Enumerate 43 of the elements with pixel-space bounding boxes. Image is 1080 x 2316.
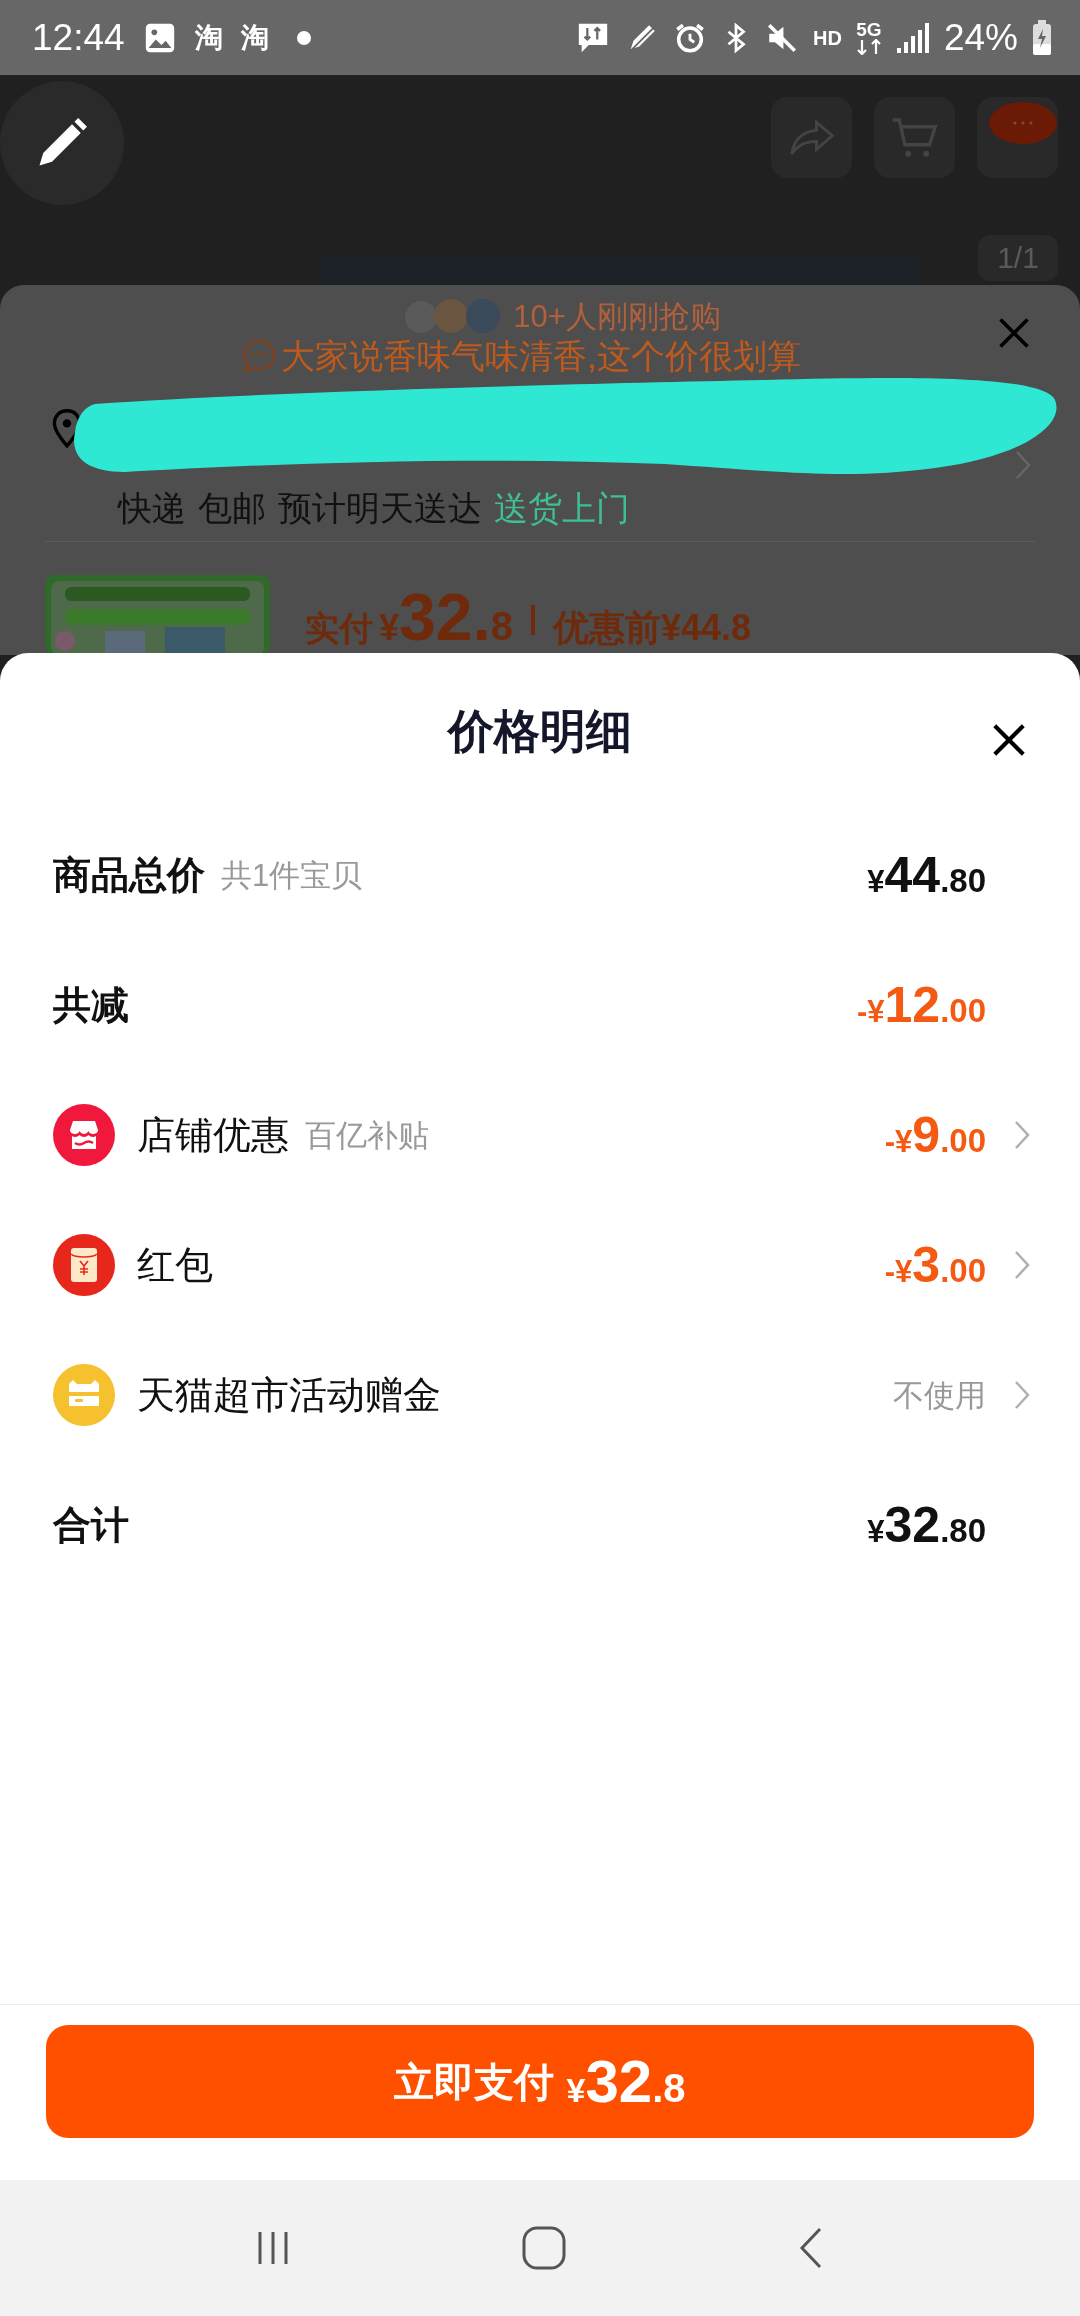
- paid-price: ¥32.8: [379, 584, 514, 650]
- chevron-right-icon: [1014, 1380, 1030, 1410]
- price-row[interactable]: 天猫超市活动赠金 不使用: [0, 1330, 1080, 1460]
- option-value: 不使用: [893, 1379, 986, 1411]
- hd-label: HD: [813, 27, 842, 48]
- price-amount: ¥32.80: [867, 1500, 986, 1550]
- notification-glyph: 淘: [194, 23, 223, 52]
- price-amount: -¥12.00: [856, 980, 986, 1030]
- chevron-right-icon: [1015, 450, 1031, 481]
- price-row[interactable]: 红包 -¥3.00: [0, 1200, 1080, 1330]
- buyers-note: 10+人刚刚抢购: [513, 300, 721, 332]
- chevron-right-icon: [1014, 1250, 1030, 1280]
- battery-icon: [1032, 19, 1052, 56]
- delivery-text: 快递: [118, 490, 186, 525]
- original-price: 优惠前¥44.8: [553, 606, 752, 650]
- row-label: 商品总价: [53, 856, 205, 894]
- delivery-text: 预计明天送达: [278, 490, 482, 525]
- data-arrows-icon: [855, 39, 882, 55]
- delivery-service: 送货上门: [494, 490, 630, 525]
- battery-percent: 24%: [943, 19, 1018, 56]
- row-label: 共减: [53, 986, 129, 1024]
- paid-label: 实付: [305, 608, 373, 649]
- dot-icon: [296, 30, 311, 45]
- row-label: 店铺优惠: [137, 1116, 289, 1154]
- sheet-title: 价格明细: [448, 704, 632, 759]
- row-label: 天猫超市活动赠金: [137, 1376, 441, 1414]
- signal-icon: [895, 21, 930, 54]
- row-label: 合计: [53, 1506, 129, 1544]
- row-note: 百亿补贴: [305, 1119, 429, 1151]
- price-amount: -¥9.00: [884, 1110, 986, 1160]
- review-text: 大家说香味气味清香,这个价很划算: [281, 338, 801, 373]
- chevron-right-icon: [1014, 1120, 1030, 1150]
- row-note: 共1件宝贝: [221, 859, 363, 891]
- notification-glyph: 淘: [240, 23, 269, 52]
- price-row[interactable]: 店铺优惠 百亿补贴 -¥9.00: [0, 1070, 1080, 1200]
- price-amount: ¥44.80: [867, 850, 986, 900]
- clock-time: 12:44: [32, 19, 125, 56]
- network-label: 5G: [856, 20, 882, 39]
- row-label: 红包: [137, 1246, 213, 1284]
- more-badge-icon: [988, 101, 1058, 145]
- home-icon[interactable]: [521, 2225, 567, 2271]
- delivery-text: 包邮: [198, 490, 266, 525]
- price-amount: -¥3.00: [884, 1240, 986, 1290]
